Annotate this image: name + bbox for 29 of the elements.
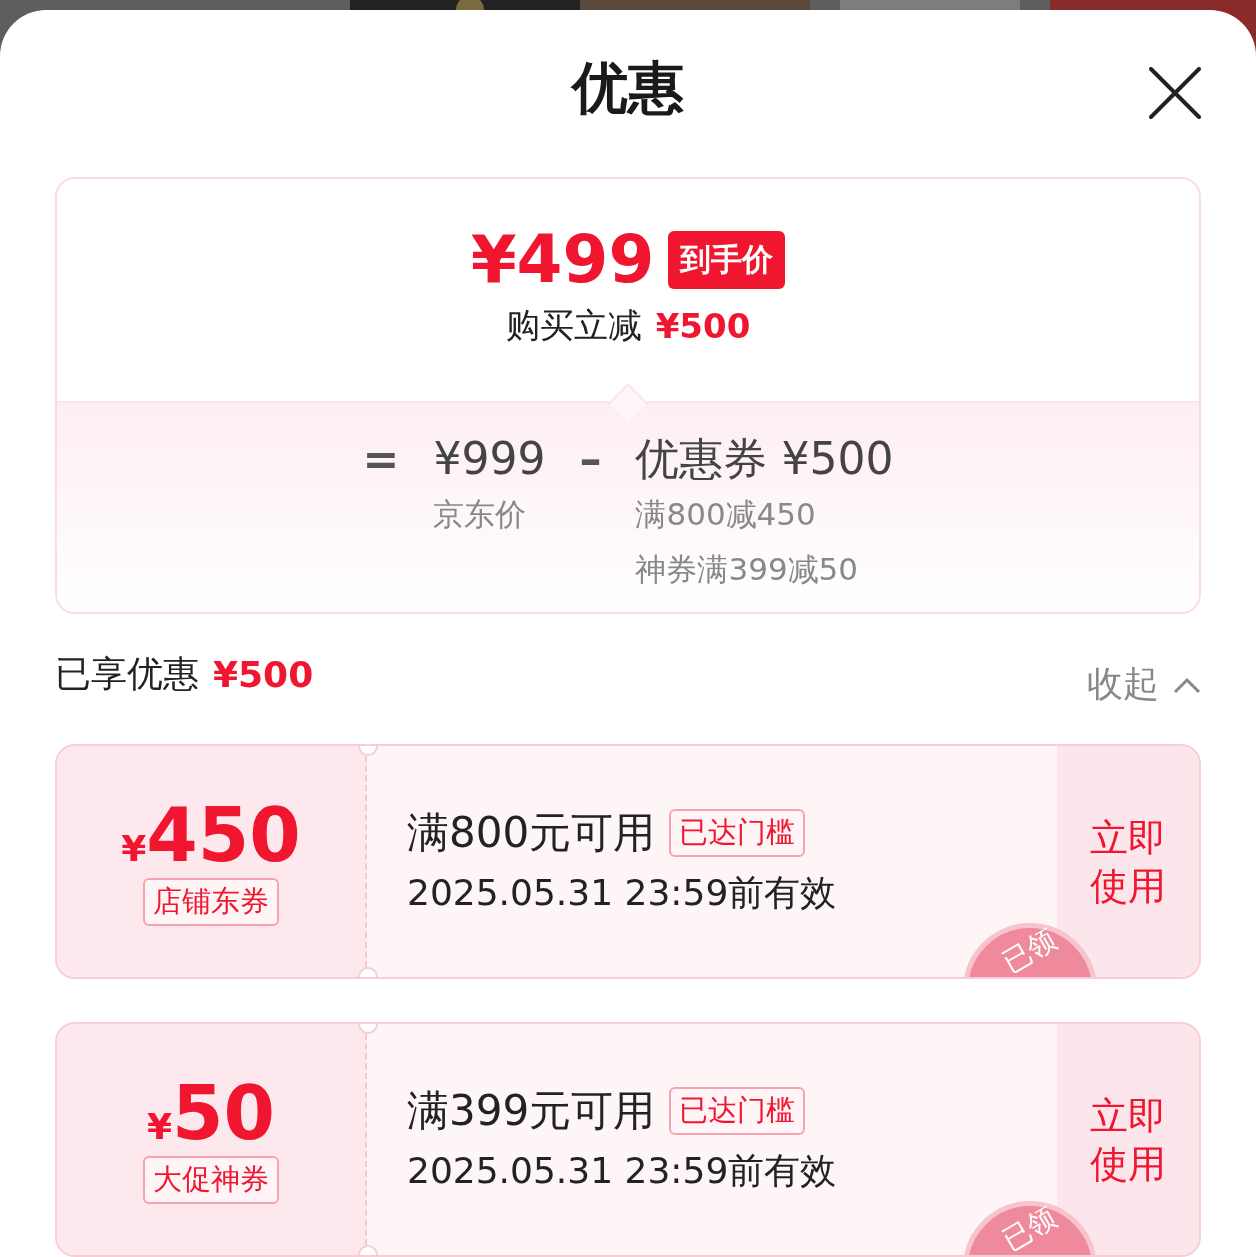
coupon-amount: 50: [172, 1075, 275, 1150]
chevron-icon: [1173, 675, 1201, 694]
threshold-tag: 已达门槛: [669, 1087, 806, 1135]
coupon-currency: ¥: [146, 1105, 173, 1147]
coupon-total: ¥500: [781, 432, 894, 487]
collapse-toggle[interactable]: 收起: [1087, 660, 1201, 710]
minus-sign: –: [579, 432, 602, 487]
coupon-type-tag: 大促神券: [143, 1155, 279, 1204]
coupon-detail: 神券满399减50: [635, 550, 860, 590]
sheet-title: 优惠: [572, 53, 684, 122]
saved-amount: ¥500: [213, 654, 314, 696]
reduction-amount: ¥500: [655, 306, 751, 347]
final-price-badge: 到手价: [668, 231, 786, 290]
final-price: ¥499: [470, 227, 655, 294]
list-price: ¥999: [433, 432, 546, 487]
list-price-label: 京东价: [433, 495, 528, 535]
coupon-condition: 满399元可用: [407, 1085, 656, 1137]
coupon-amount: 450: [146, 797, 301, 872]
coupon-label: 优惠券: [635, 432, 768, 487]
coupon-condition: 满800元可用: [407, 807, 656, 859]
coupon-type-tag: 店铺东券: [143, 877, 279, 926]
coupon-validity: 2025.05.31 23:59前有效: [407, 1149, 838, 1193]
equals-sign: =: [362, 432, 400, 487]
coupon-currency: ¥: [121, 827, 147, 869]
threshold-tag: 已达门槛: [669, 809, 806, 857]
coupon-detail: 满800减450: [635, 495, 817, 535]
coupon-validity: 2025.05.31 23:59前有效: [407, 871, 838, 915]
reduction-label: 购买立减: [505, 304, 642, 348]
saved-label: 已享优惠: [55, 652, 199, 697]
